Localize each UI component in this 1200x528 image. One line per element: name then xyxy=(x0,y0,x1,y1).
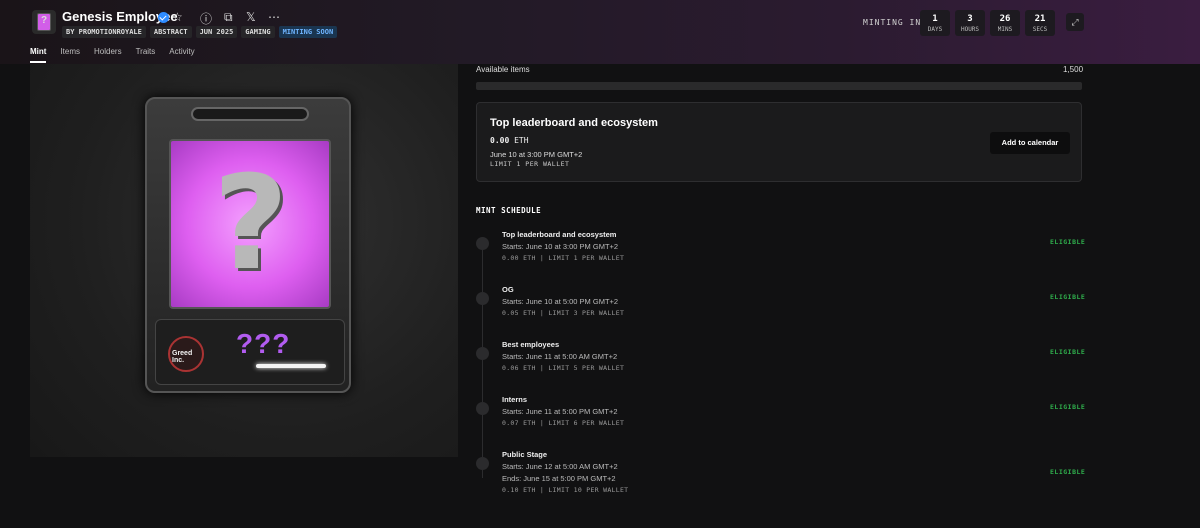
copy-icon[interactable]: ⧉ xyxy=(224,10,233,25)
timeline-dot xyxy=(476,292,489,305)
stage-title: Top leaderboard and ecosystem xyxy=(490,117,658,129)
stage-limit: LIMIT 1 PER WALLET xyxy=(490,160,570,168)
timeline-dot xyxy=(476,237,489,250)
collection-tags: BY PROMOTIONROYALE ABSTRACT JUN 2025 GAM… xyxy=(62,26,338,38)
collection-header: ? Genesis Employee ☆ ⓘ ⧉ 𝕏 ⋯ BY PROMOTIO… xyxy=(0,0,1200,64)
tab-activity[interactable]: Activity xyxy=(169,47,194,63)
eligible-status: ELIGIBLE xyxy=(1050,238,1086,246)
add-to-calendar-button[interactable]: Add to calendar xyxy=(990,132,1070,154)
category-tag: GAMING xyxy=(241,26,275,38)
verified-icon xyxy=(158,12,169,23)
countdown-mins: 26 MINS xyxy=(990,10,1020,36)
more-icon[interactable]: ⋯ xyxy=(268,10,280,24)
tab-mint[interactable]: Mint xyxy=(30,47,47,63)
card-caption: ??? xyxy=(236,328,291,359)
eligible-status: ELIGIBLE xyxy=(1050,403,1086,411)
chain-tag: ABSTRACT xyxy=(149,26,192,38)
status-badge: MINTING SOON xyxy=(278,26,338,38)
collection-tabs: Mint Items Holders Traits Activity xyxy=(30,47,195,63)
timeline-dot xyxy=(476,457,489,470)
x-social-icon[interactable]: 𝕏 xyxy=(246,10,256,24)
tab-holders[interactable]: Holders xyxy=(94,47,122,63)
countdown-hours: 3 HOURS xyxy=(955,10,985,36)
countdown-label: MINTING IN xyxy=(863,18,922,27)
creator-tag[interactable]: BY PROMOTIONROYALE xyxy=(62,26,146,38)
current-stage-card: Top leaderboard and ecosystem 0.00 ETH J… xyxy=(476,102,1082,182)
info-icon[interactable]: ⓘ xyxy=(200,10,212,27)
greed-inc-logo: Greed Inc. xyxy=(168,336,204,372)
mint-schedule-title: MINT SCHEDULE xyxy=(476,206,542,215)
date-tag: JUN 2025 xyxy=(195,26,238,38)
star-icon[interactable]: ☆ xyxy=(172,10,183,24)
available-items-label: Available items xyxy=(476,65,530,74)
schedule-stage-row[interactable]: Public Stage Starts: June 12 at 5:00 AM … xyxy=(476,450,1086,500)
countdown-secs: 21 SECS xyxy=(1025,10,1055,36)
schedule-stage-row[interactable]: Interns Starts: June 11 at 5:00 PM GMT+2… xyxy=(476,395,1086,445)
timeline-dot xyxy=(476,347,489,360)
stage-price: 0.00 ETH xyxy=(490,136,529,145)
tab-traits[interactable]: Traits xyxy=(136,47,156,63)
expand-icon[interactable]: ⤢ xyxy=(1066,13,1084,31)
countdown-days: 1 DAYS xyxy=(920,10,950,36)
available-items-value: 1,500 xyxy=(1063,65,1084,74)
mystery-card-image: ? Greed Inc. ??? xyxy=(145,97,351,393)
schedule-stage-row[interactable]: Top leaderboard and ecosystem Starts: Ju… xyxy=(476,230,1086,280)
eligible-status: ELIGIBLE xyxy=(1050,348,1086,356)
schedule-stage-row[interactable]: OG Starts: June 10 at 5:00 PM GMT+2 0.05… xyxy=(476,285,1086,335)
timeline-dot xyxy=(476,402,489,415)
eligible-status: ELIGIBLE xyxy=(1050,468,1086,476)
available-progress-bar xyxy=(476,82,1082,90)
schedule-stage-row[interactable]: Best employees Starts: June 11 at 5:00 A… xyxy=(476,340,1086,390)
eligible-status: ELIGIBLE xyxy=(1050,293,1086,301)
tab-items[interactable]: Items xyxy=(60,47,80,63)
collection-logo[interactable]: ? xyxy=(32,10,56,34)
stage-date: June 10 at 3:00 PM GMT+2 xyxy=(490,150,583,159)
nft-artwork: ? Greed Inc. ??? xyxy=(30,64,458,457)
